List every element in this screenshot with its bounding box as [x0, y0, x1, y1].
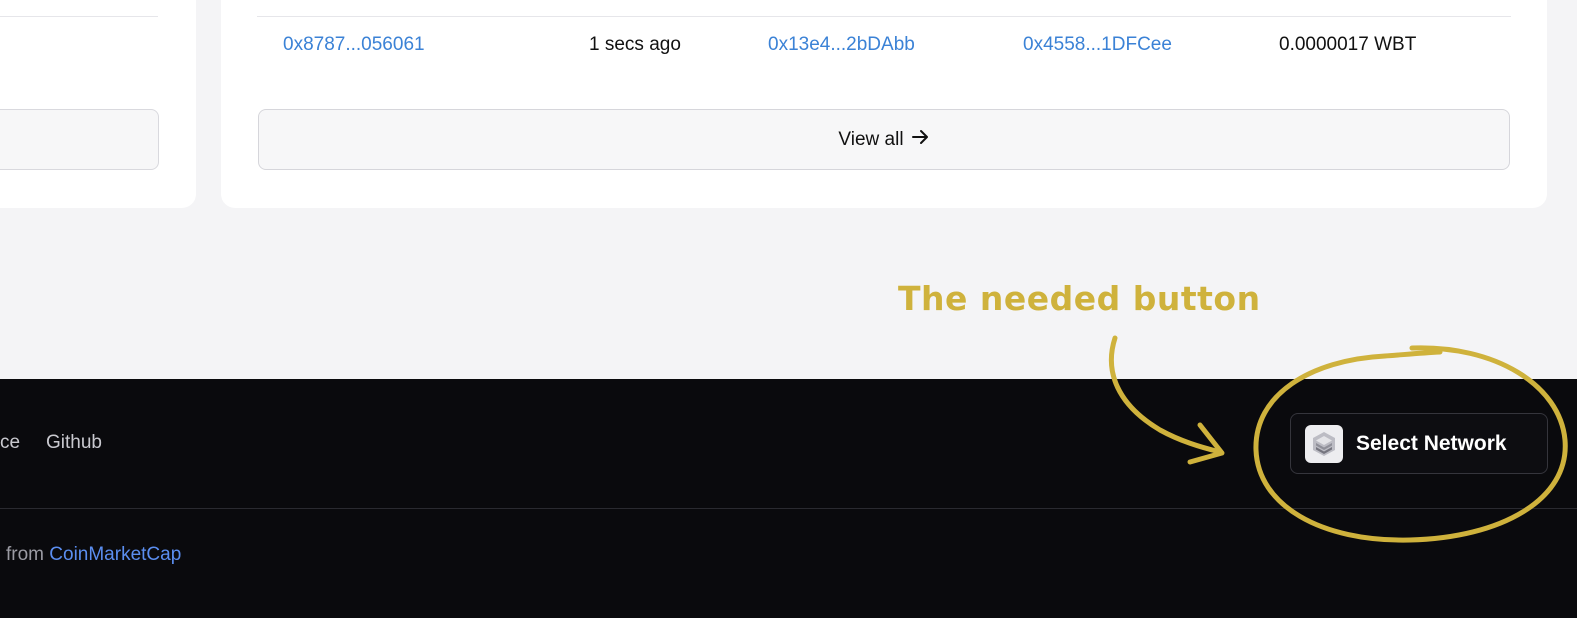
- transactions-card: 0x8787...056061 1 secs ago 0x13e4...2bDA…: [221, 0, 1547, 208]
- footer-link-github[interactable]: Github: [46, 432, 102, 454]
- tx-from-link[interactable]: 0x13e4...2bDAbb: [768, 33, 915, 57]
- tx-hash-link[interactable]: 0x8787...056061: [283, 33, 425, 57]
- footer-credit: from CoinMarketCap: [6, 544, 181, 566]
- annotation-text: The needed button: [898, 279, 1261, 318]
- view-all-button[interactable]: View all: [258, 109, 1510, 170]
- divider: [257, 16, 1511, 17]
- credit-prefix: from: [6, 544, 44, 565]
- view-all-label: View all: [838, 128, 904, 150]
- left-view-all-button[interactable]: [0, 109, 159, 170]
- tx-age: 1 secs ago: [589, 34, 681, 55]
- footer-link-partial[interactable]: ce: [0, 432, 20, 454]
- left-card: [0, 0, 196, 208]
- footer: ce Github from CoinMarketCap Select Netw…: [0, 379, 1577, 618]
- divider: [0, 16, 158, 17]
- network-layers-icon: [1305, 424, 1343, 463]
- select-network-button[interactable]: Select Network: [1290, 413, 1548, 474]
- tx-to-link[interactable]: 0x4558...1DFCee: [1023, 33, 1172, 57]
- footer-divider: [0, 508, 1577, 509]
- select-network-label: Select Network: [1356, 431, 1507, 455]
- tx-value: 0.0000017 WBT: [1279, 34, 1417, 55]
- arrow-right-icon: [911, 129, 930, 151]
- coinmarketcap-link[interactable]: CoinMarketCap: [49, 544, 181, 565]
